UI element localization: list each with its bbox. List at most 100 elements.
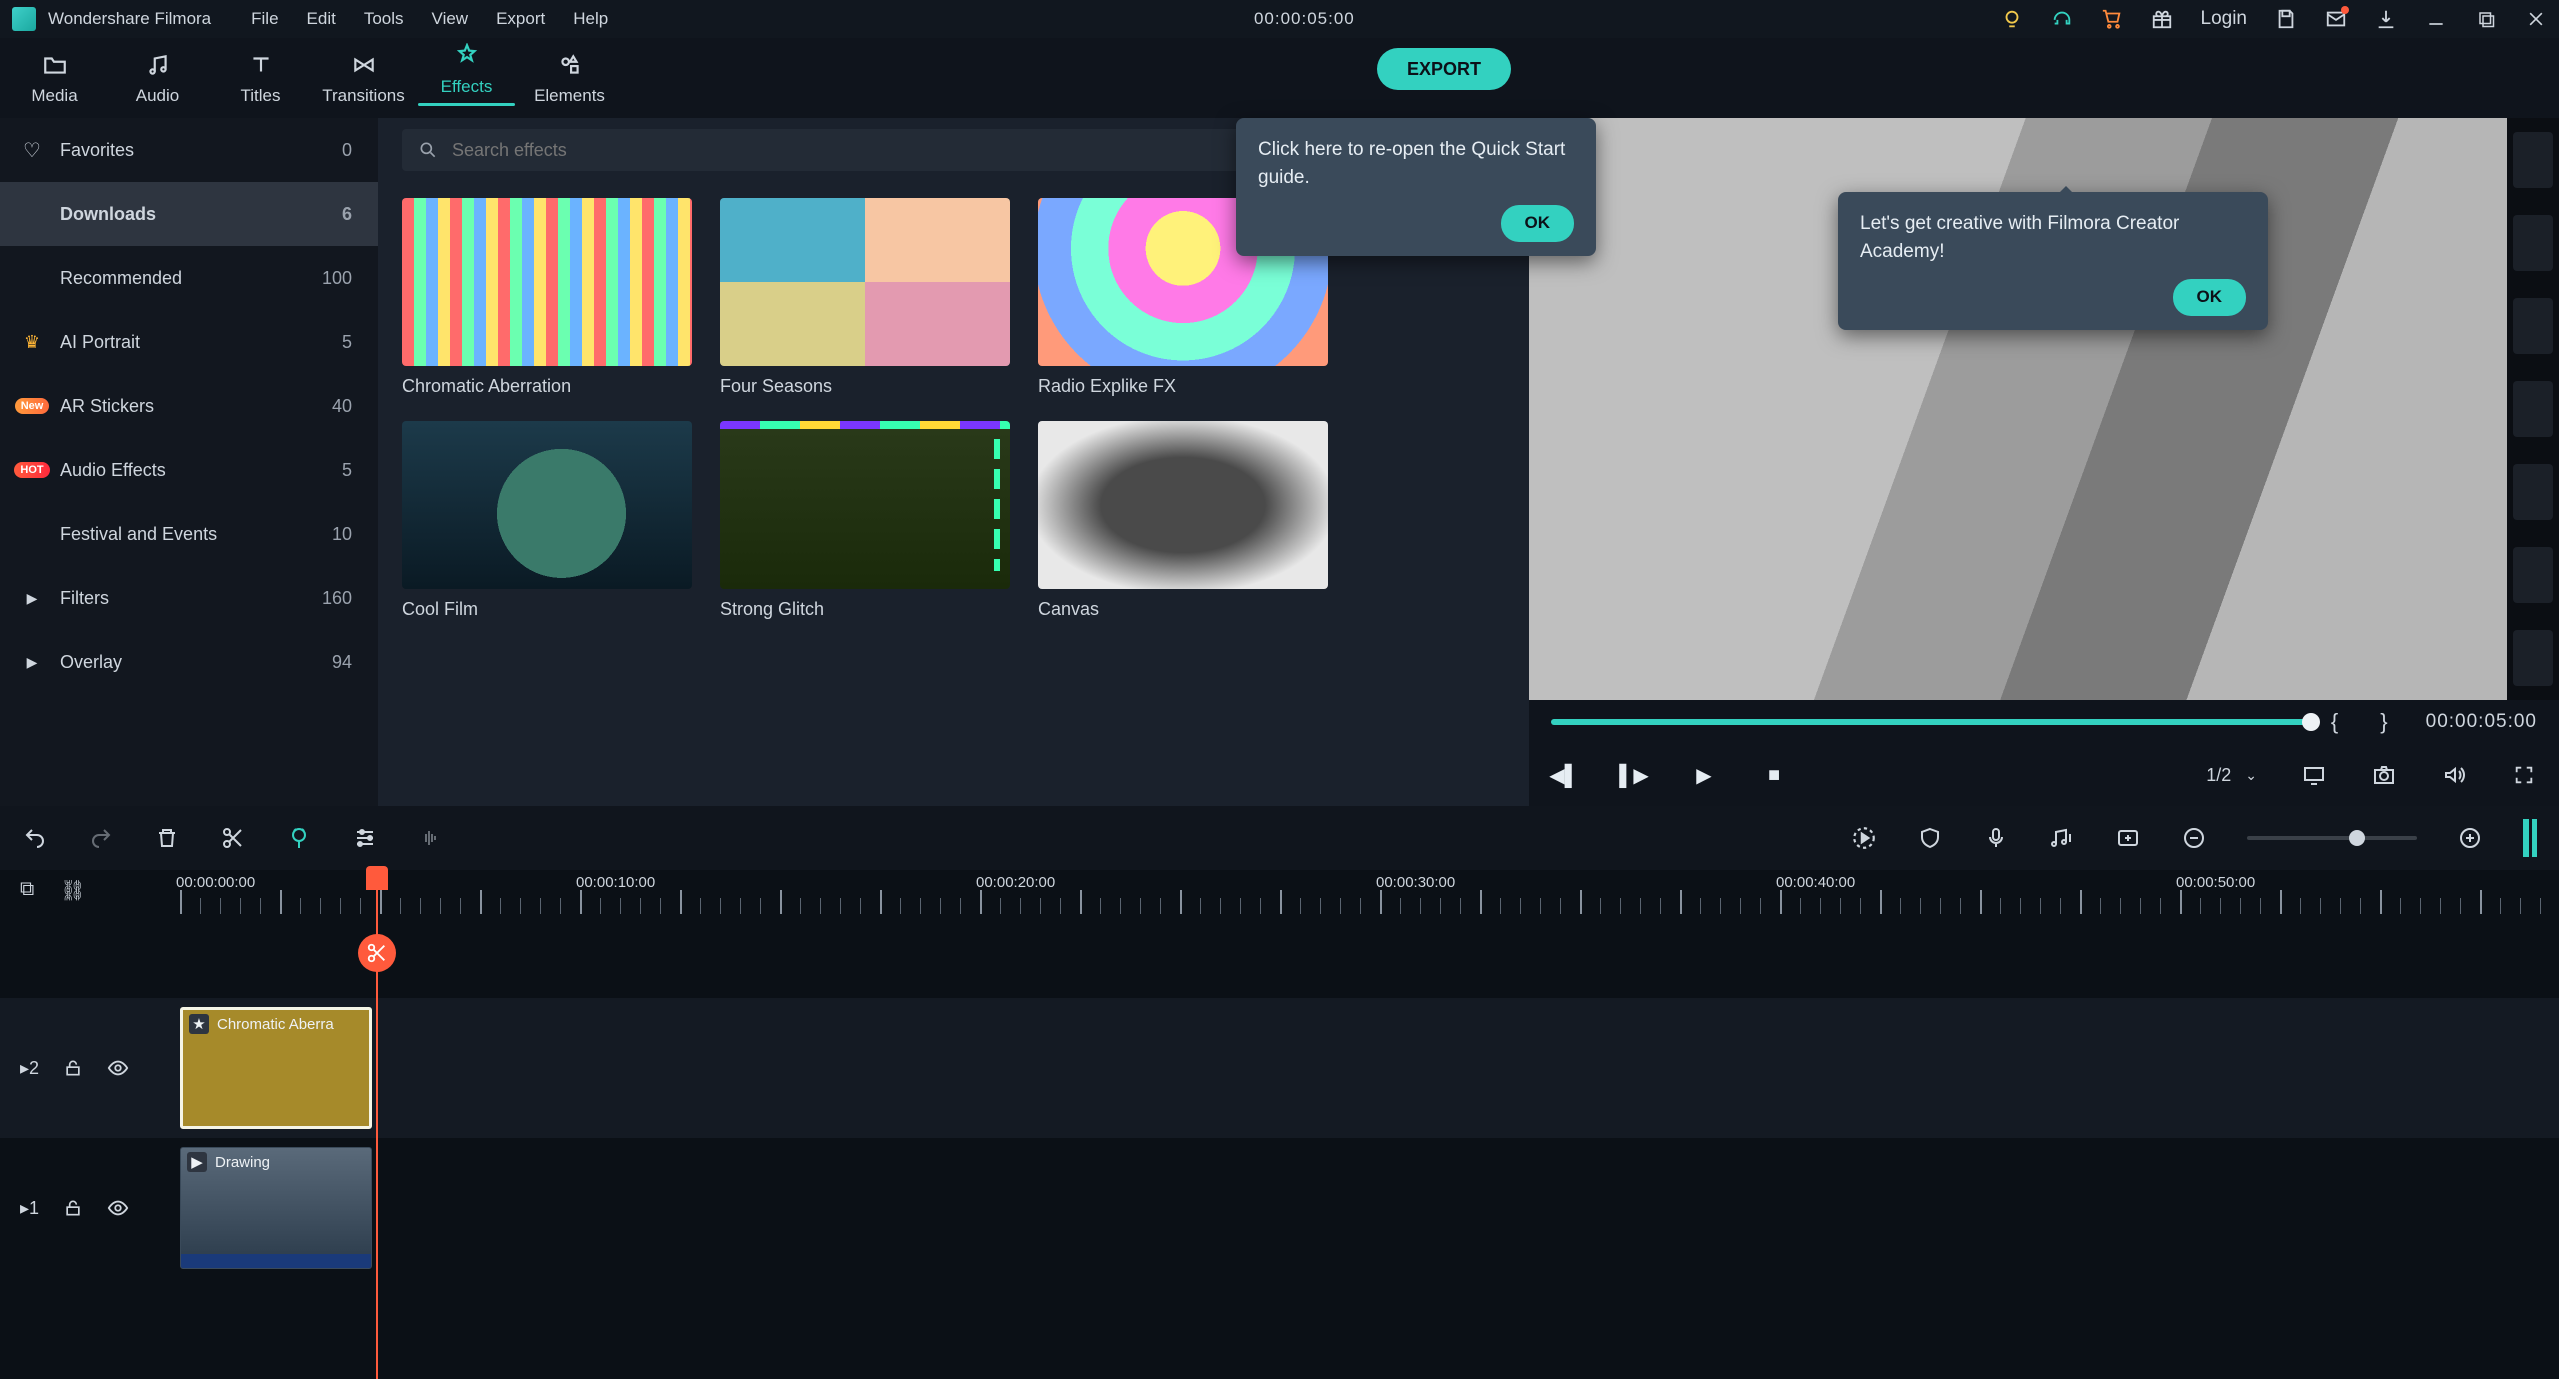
ruler-label: 00:00:30:00 xyxy=(1376,874,1455,891)
effect-card[interactable]: Canvas xyxy=(1038,421,1328,620)
playhead-cut-icon[interactable] xyxy=(358,934,396,972)
sidebar-item-label: AR Stickers xyxy=(60,396,154,417)
snapshot-icon[interactable] xyxy=(2371,762,2397,788)
adjust-icon[interactable] xyxy=(352,825,378,851)
volume-icon[interactable] xyxy=(2441,762,2467,788)
redo-icon[interactable] xyxy=(88,825,114,851)
menu-edit[interactable]: Edit xyxy=(307,9,336,29)
minimize-icon[interactable] xyxy=(2425,8,2447,30)
maximize-icon[interactable] xyxy=(2475,8,2497,30)
effect-card[interactable]: Strong Glitch xyxy=(720,421,1010,620)
gift-icon[interactable] xyxy=(2151,8,2173,30)
playhead-flag-icon[interactable] xyxy=(366,866,388,890)
heart-icon: ♡ xyxy=(18,138,46,163)
step-back-icon[interactable]: ◀▌ xyxy=(1551,762,1577,788)
tooltip-ok-button[interactable]: OK xyxy=(2173,279,2247,316)
zoom-fit-icon[interactable] xyxy=(2523,819,2537,857)
zoom-slider[interactable] xyxy=(2247,836,2417,840)
record-screen-icon[interactable] xyxy=(2115,825,2141,851)
sidebar-item-count: 6 xyxy=(342,204,352,225)
audio-mixer-icon[interactable] xyxy=(2049,825,2075,851)
delete-icon[interactable] xyxy=(154,825,180,851)
sidebar-item-favorites[interactable]: ♡ Favorites 0 xyxy=(0,118,378,182)
menu-view[interactable]: View xyxy=(432,9,469,29)
timeline-track-fx[interactable]: ▸2 ★ Chromatic Aberra xyxy=(0,998,2559,1138)
sidebar-item-filters[interactable]: ▶ Filters 160 xyxy=(0,566,378,630)
tab-elements[interactable]: Elements xyxy=(521,52,618,112)
sidebar-item-festival[interactable]: Festival and Events 10 xyxy=(0,502,378,566)
search-input[interactable] xyxy=(452,140,1266,161)
track-head: ▸2 xyxy=(0,998,180,1138)
render-icon[interactable] xyxy=(1851,825,1877,851)
effect-card[interactable]: Four Seasons xyxy=(720,198,1010,397)
tab-effects[interactable]: Effects xyxy=(418,43,515,112)
headset-icon[interactable] xyxy=(2051,8,2073,30)
effect-card[interactable]: Cool Film xyxy=(402,421,692,620)
save-icon[interactable] xyxy=(2275,8,2297,30)
effect-card[interactable]: Chromatic Aberration xyxy=(402,198,692,397)
sidebar-item-audio-effects[interactable]: HOT Audio Effects 5 xyxy=(0,438,378,502)
zoom-knob-icon[interactable] xyxy=(2349,830,2365,846)
export-button[interactable]: EXPORT xyxy=(1377,48,1511,90)
menu-export[interactable]: Export xyxy=(496,9,545,29)
preview-progress[interactable] xyxy=(1551,719,2311,725)
login-button[interactable]: Login xyxy=(2201,8,2248,30)
lightbulb-icon[interactable] xyxy=(2001,8,2023,30)
zoom-out-icon[interactable] xyxy=(2181,825,2207,851)
split-icon[interactable] xyxy=(220,825,246,851)
close-icon[interactable] xyxy=(2525,8,2547,30)
cart-icon[interactable] xyxy=(2101,8,2123,30)
search-box[interactable] xyxy=(402,129,1282,171)
track-head: ▸1 xyxy=(0,1138,180,1278)
progress-knob-icon[interactable] xyxy=(2302,713,2320,731)
lock-icon[interactable] xyxy=(63,1198,83,1218)
display-icon[interactable] xyxy=(2301,762,2327,788)
timeline-playhead[interactable] xyxy=(376,870,378,1379)
tab-audio[interactable]: Audio xyxy=(109,52,206,112)
tab-titles[interactable]: Titles xyxy=(212,52,309,112)
step-forward-icon[interactable]: ▌▶ xyxy=(1621,762,1647,788)
mark-in-out-icon[interactable]: { } xyxy=(2331,709,2406,735)
voiceover-icon[interactable] xyxy=(1983,825,2009,851)
timeline-track-video[interactable]: ▸1 ▶ Drawing xyxy=(0,1138,2559,1278)
stop-icon[interactable]: ■ xyxy=(1761,762,1787,788)
zoom-ratio[interactable]: 1/2 ⌄ xyxy=(2206,765,2257,786)
tab-transitions[interactable]: Transitions xyxy=(315,52,412,112)
titlebar: Wondershare Filmora File Edit Tools View… xyxy=(0,0,2559,38)
timeline-toolbar xyxy=(0,806,2559,870)
visibility-icon[interactable] xyxy=(107,1197,129,1219)
sidebar-item-overlay[interactable]: ▶ Overlay 94 xyxy=(0,630,378,694)
audio-wave-icon[interactable] xyxy=(418,825,444,851)
lock-icon[interactable] xyxy=(63,1058,83,1078)
shield-icon[interactable] xyxy=(1917,825,1943,851)
tooltip-ok-button[interactable]: OK xyxy=(1501,205,1575,242)
timeline[interactable]: ⧉ ⛓ 00:00:00:00 00:00:10:00 00:00:20:00 … xyxy=(0,870,2559,1379)
tooltip-text: Click here to re-open the Quick Start gu… xyxy=(1258,139,1565,188)
download-queue-icon[interactable] xyxy=(2375,8,2397,30)
message-icon[interactable] xyxy=(2325,8,2347,30)
link-icon[interactable]: ⛓ xyxy=(60,878,85,903)
add-track-icon[interactable]: ⧉ xyxy=(20,878,34,903)
play-icon[interactable]: ▶ xyxy=(1691,762,1717,788)
fullscreen-icon[interactable] xyxy=(2511,762,2537,788)
film-edge-icon xyxy=(2507,118,2559,700)
sidebar-item-ar-stickers[interactable]: New AR Stickers 40 xyxy=(0,374,378,438)
zoom-in-icon[interactable] xyxy=(2457,825,2483,851)
sidebar-item-ai-portrait[interactable]: ♛ AI Portrait 5 xyxy=(0,310,378,374)
tab-media[interactable]: Media xyxy=(6,52,103,112)
sidebar-item-recommended[interactable]: Recommended 100 xyxy=(0,246,378,310)
timeline-clip-effect[interactable]: ★ Chromatic Aberra xyxy=(180,1007,372,1129)
timeline-clip-video[interactable]: ▶ Drawing xyxy=(180,1147,372,1269)
undo-icon[interactable] xyxy=(22,825,48,851)
marker-icon[interactable] xyxy=(286,825,312,851)
zoom-ratio-label: 1/2 xyxy=(2206,765,2231,786)
menu-help[interactable]: Help xyxy=(573,9,608,29)
app-logo-icon xyxy=(12,7,36,31)
visibility-icon[interactable] xyxy=(107,1057,129,1079)
sidebar-item-downloads[interactable]: Downloads 6 xyxy=(0,182,378,246)
menu-tools[interactable]: Tools xyxy=(364,9,404,29)
track-type-icon: ▸2 xyxy=(20,1058,39,1079)
app-name: Wondershare Filmora xyxy=(48,9,211,29)
menu-file[interactable]: File xyxy=(251,9,278,29)
hot-badge: HOT xyxy=(14,462,49,478)
